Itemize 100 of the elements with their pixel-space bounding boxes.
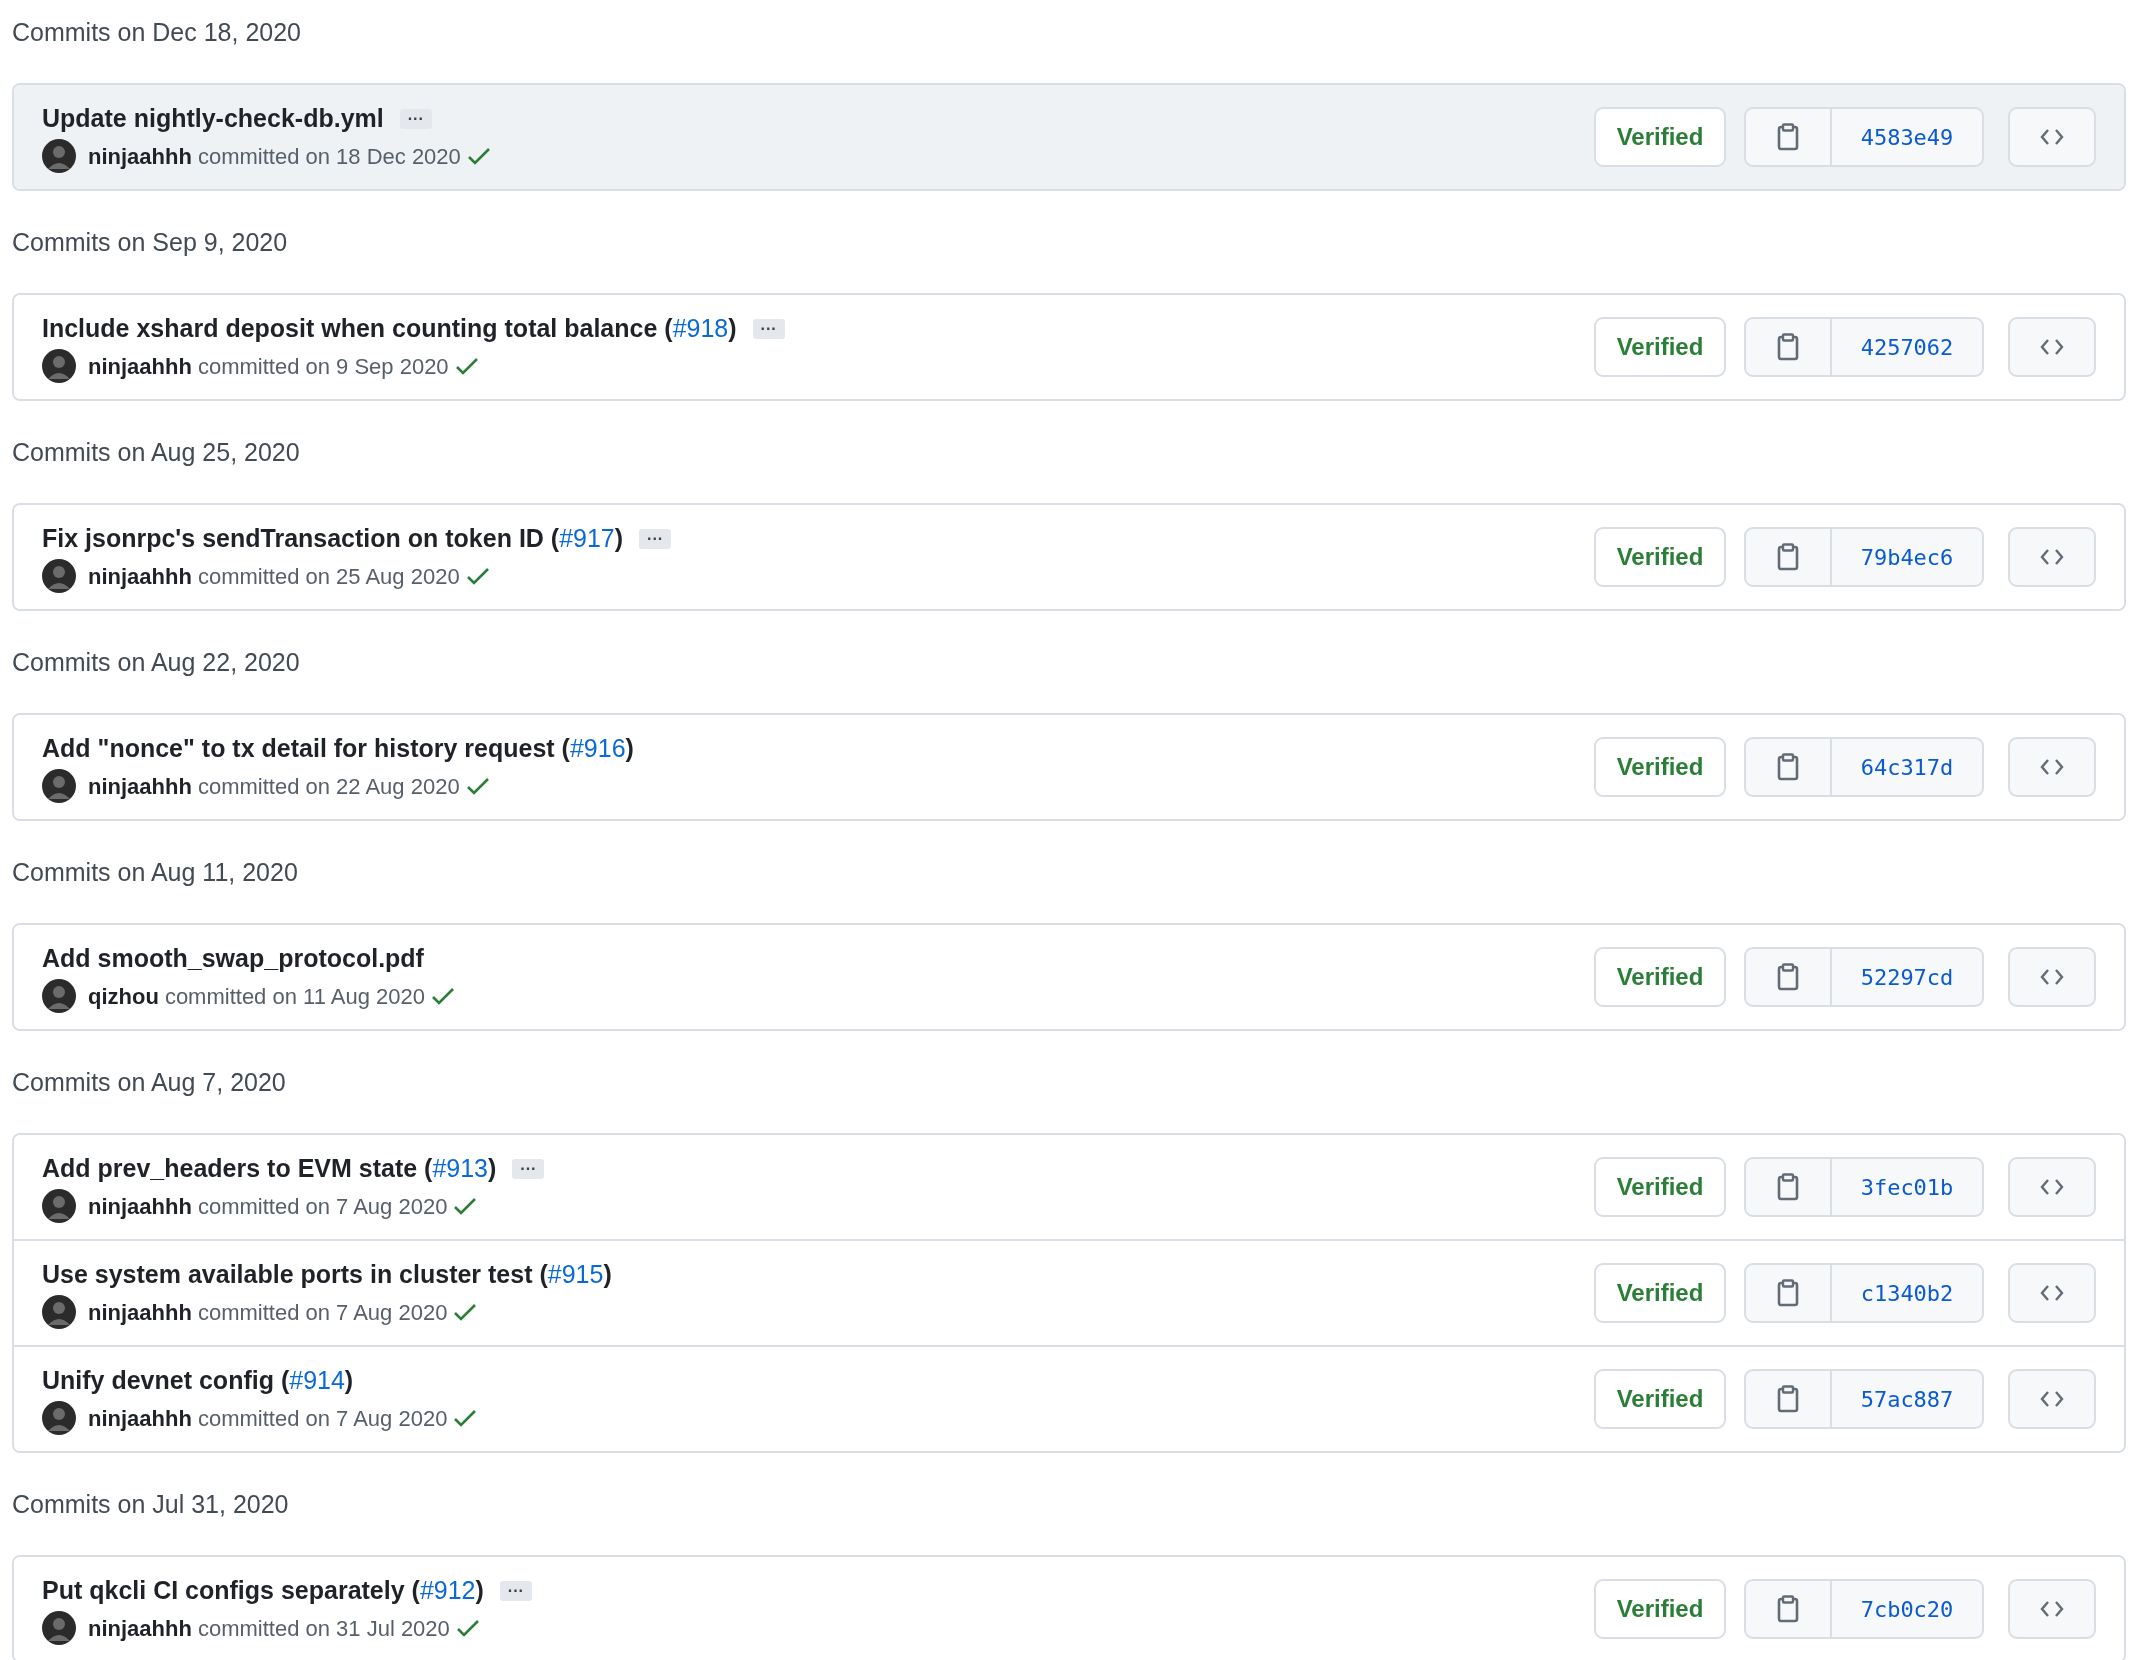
clipboard-icon	[1777, 753, 1799, 781]
verified-badge[interactable]: Verified	[1594, 317, 1726, 377]
commit-date: committed on 9 Sep 2020	[197, 352, 449, 381]
date-heading: Commits on Aug 22, 2020	[12, 647, 301, 678]
expand-button[interactable]: ···	[639, 529, 672, 549]
commit-date: committed on 7 Aug 2020	[197, 1404, 448, 1433]
commit-title: Add "nonce" to tx detail for history request (#916)	[42, 733, 634, 765]
pull-request-link[interactable]: #912	[419, 1576, 476, 1605]
clipboard-icon	[1777, 333, 1799, 361]
verified-badge[interactable]: Verified	[1594, 737, 1726, 797]
author-link[interactable]: ninjaahhh	[88, 769, 192, 803]
commit-date: committed on 25 Aug 2020	[197, 562, 460, 591]
avatar-icon	[42, 1189, 76, 1223]
verified-badge[interactable]: Verified	[1594, 107, 1726, 167]
author-link[interactable]: ninjaahhh	[88, 1189, 192, 1223]
avatar-icon	[42, 769, 76, 803]
pull-request-link[interactable]: #915	[547, 1260, 604, 1289]
avatar-icon	[42, 1401, 76, 1435]
copy-sha-button[interactable]	[1744, 947, 1832, 1007]
avatar-icon	[42, 559, 76, 593]
clipboard-icon	[1777, 1279, 1799, 1307]
commit-date: committed on 22 Aug 2020	[197, 772, 460, 801]
avatar-icon	[42, 139, 76, 173]
commit-sha-link[interactable]: 52297cd	[1832, 947, 1984, 1007]
code-icon	[2040, 967, 2064, 987]
commit-title: Put qkcli CI configs separately (#912)	[42, 1575, 484, 1607]
author-link[interactable]: ninjaahhh	[88, 559, 192, 593]
copy-sha-button[interactable]	[1744, 737, 1832, 797]
code-icon	[2040, 1389, 2064, 1409]
commit-date: committed on 31 Jul 2020	[197, 1614, 450, 1643]
verified-badge[interactable]: Verified	[1594, 1369, 1726, 1429]
author-link[interactable]: ninjaahhh	[88, 1611, 192, 1645]
copy-sha-button[interactable]	[1744, 1263, 1832, 1323]
commit-title: Unify devnet config (#914)	[42, 1365, 354, 1397]
author-link[interactable]: ninjaahhh	[88, 1401, 192, 1435]
pull-request-link[interactable]: #914	[289, 1366, 345, 1395]
copy-sha-button[interactable]	[1744, 527, 1832, 587]
clipboard-icon	[1777, 963, 1799, 991]
expand-button[interactable]: ···	[752, 319, 785, 339]
commit-sha-link[interactable]: 3fec01b	[1832, 1157, 1984, 1217]
date-heading: Commits on Sep 9, 2020	[12, 227, 289, 258]
date-heading: Commits on Jul 31, 2020	[12, 1489, 290, 1520]
code-icon	[2040, 547, 2064, 567]
date-heading: Commits on Aug 25, 2020	[12, 437, 301, 468]
commit-sha-link[interactable]: c1340b2	[1832, 1263, 1984, 1323]
verified-badge[interactable]: Verified	[1594, 527, 1726, 587]
verified-badge[interactable]: Verified	[1594, 1157, 1726, 1217]
author-link[interactable]: ninjaahhh	[88, 1295, 192, 1329]
commit-sha-link[interactable]: 79b4ec6	[1832, 527, 1984, 587]
verified-badge[interactable]: Verified	[1594, 947, 1726, 1007]
date-heading: Commits on Dec 18, 2020	[12, 17, 303, 48]
clipboard-icon	[1777, 1173, 1799, 1201]
expand-button[interactable]: ···	[499, 1581, 532, 1601]
code-icon	[2040, 757, 2064, 777]
code-icon	[2040, 127, 2064, 147]
commit-sha-link[interactable]: 4583e49	[1832, 107, 1984, 167]
author-link[interactable]: ninjaahhh	[88, 349, 192, 383]
commit-date: committed on 7 Aug 2020	[197, 1192, 448, 1221]
avatar-icon	[42, 349, 76, 383]
expand-button[interactable]: ···	[399, 109, 432, 129]
date-heading: Commits on Aug 7, 2020	[12, 1067, 287, 1098]
commit-sha-link[interactable]: 4257062	[1832, 317, 1984, 377]
expand-button[interactable]: ···	[512, 1159, 545, 1179]
pull-request-link[interactable]: #917	[559, 524, 615, 553]
commit-sha-link[interactable]: 7cb0c20	[1832, 1579, 1984, 1639]
code-icon	[2040, 1283, 2064, 1303]
commit-title: Add prev_headers to EVM state (#913)	[42, 1153, 497, 1185]
date-heading: Commits on Aug 11, 2020	[12, 857, 299, 888]
avatar-icon	[42, 1611, 76, 1645]
author-link[interactable]: ninjaahhh	[88, 139, 192, 173]
commit-title: Update nightly-check-db.yml	[42, 103, 384, 135]
pull-request-link[interactable]: #913	[432, 1154, 488, 1183]
copy-sha-button[interactable]	[1744, 1157, 1832, 1217]
clipboard-icon	[1777, 1385, 1799, 1413]
clipboard-icon	[1777, 1595, 1799, 1623]
clipboard-icon	[1777, 123, 1799, 151]
avatar-icon	[42, 1295, 76, 1329]
copy-sha-button[interactable]	[1744, 1579, 1832, 1639]
commit-sha-link[interactable]: 64c317d	[1832, 737, 1984, 797]
code-icon	[2040, 337, 2064, 357]
code-icon	[2040, 1599, 2064, 1619]
commit-title: Add smooth_swap_protocol.pdf	[42, 943, 424, 975]
commit-title: Use system available ports in cluster test (#915)	[42, 1259, 612, 1291]
commit-date: committed on 11 Aug 2020	[164, 982, 425, 1011]
commit-sha-link[interactable]: 57ac887	[1832, 1369, 1984, 1429]
verified-badge[interactable]: Verified	[1594, 1579, 1726, 1639]
pull-request-link[interactable]: #918	[672, 314, 729, 343]
copy-sha-button[interactable]	[1744, 107, 1832, 167]
copy-sha-button[interactable]	[1744, 317, 1832, 377]
verified-badge[interactable]: Verified	[1594, 1263, 1726, 1323]
clipboard-icon	[1777, 543, 1799, 571]
code-icon	[2040, 1177, 2064, 1197]
commit-title: Include xshard deposit when counting total balance (#918)	[42, 313, 737, 345]
avatar-icon	[42, 979, 76, 1013]
commit-date: committed on 7 Aug 2020	[197, 1298, 448, 1327]
copy-sha-button[interactable]	[1744, 1369, 1832, 1429]
commit-date: committed on 18 Dec 2020	[197, 142, 461, 171]
pull-request-link[interactable]: #916	[569, 734, 626, 763]
author-link[interactable]: qizhou	[88, 979, 159, 1013]
commit-title: Fix jsonrpc's sendTransaction on token ID (#917)	[42, 523, 624, 555]
